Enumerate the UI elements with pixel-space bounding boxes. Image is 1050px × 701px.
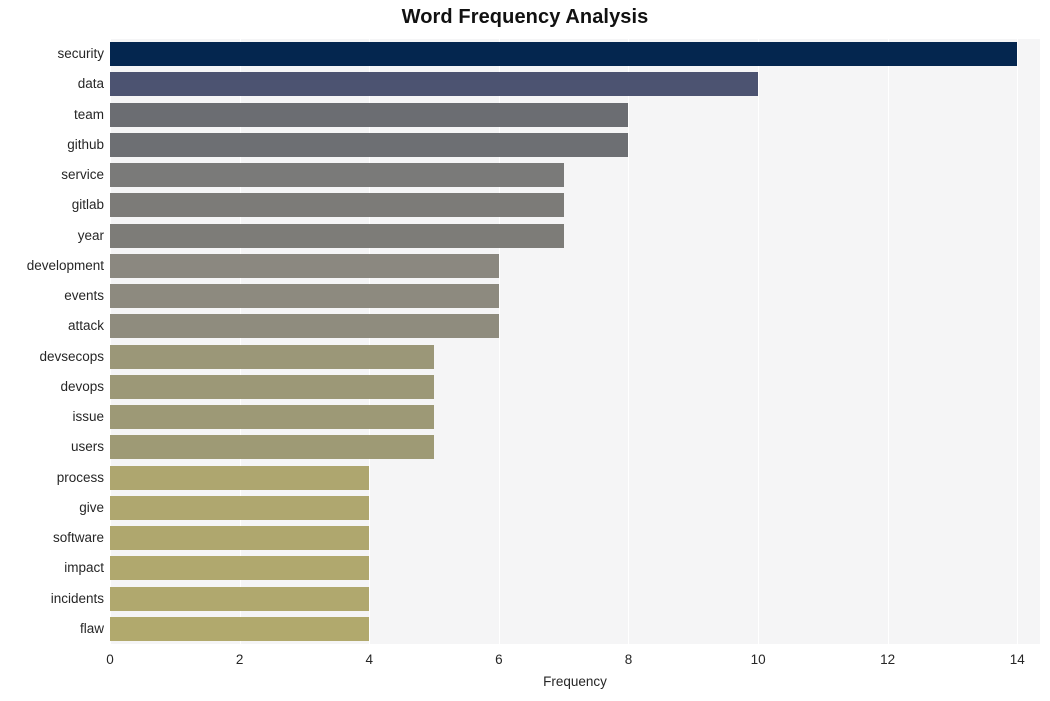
- y-tick-label-service: service: [61, 167, 104, 183]
- bar-team[interactable]: [110, 102, 629, 127]
- y-tick-label-users: users: [70, 439, 104, 455]
- bar-events[interactable]: [110, 284, 499, 309]
- bar-row[interactable]: [110, 586, 1040, 611]
- y-tick-label-devops: devops: [60, 378, 104, 394]
- bar-software[interactable]: [110, 526, 370, 551]
- bar-impact[interactable]: [110, 556, 370, 581]
- chart-title: Word Frequency Analysis: [401, 6, 649, 28]
- bars-layer: [110, 39, 1040, 644]
- y-tick-label-give: give: [79, 499, 104, 515]
- bar-service[interactable]: [110, 163, 564, 188]
- y-tick-label-incidents: incidents: [50, 590, 104, 606]
- chart-figure: Word Frequency Analysis security data team…: [0, 0, 1050, 701]
- bar-row[interactable]: [110, 284, 1040, 309]
- bar-incidents[interactable]: [110, 586, 370, 611]
- y-tick-label-development: development: [26, 257, 104, 273]
- x-tick-label-10: 10: [750, 652, 766, 667]
- bar-row[interactable]: [110, 132, 1040, 157]
- bar-row[interactable]: [110, 374, 1040, 399]
- bar-security[interactable]: [110, 42, 1018, 67]
- plot-area: [110, 39, 1040, 644]
- bar-row[interactable]: [110, 314, 1040, 339]
- y-tick-label-security: security: [57, 46, 104, 62]
- bar-users[interactable]: [110, 435, 435, 460]
- bar-github[interactable]: [110, 132, 629, 157]
- bar-row[interactable]: [110, 163, 1040, 188]
- bar-row[interactable]: [110, 42, 1040, 67]
- bar-row[interactable]: [110, 253, 1040, 278]
- y-axis-tick-labels: security data team github service gitlab year d…: [0, 39, 104, 644]
- x-axis-title: Frequency: [543, 674, 607, 689]
- bar-row[interactable]: [110, 435, 1040, 460]
- bar-attack[interactable]: [110, 314, 499, 339]
- bar-gitlab[interactable]: [110, 193, 564, 218]
- bar-row[interactable]: [110, 193, 1040, 218]
- y-tick-label-github: github: [67, 136, 104, 152]
- x-tick-label-12: 12: [880, 652, 896, 667]
- y-tick-label-process: process: [56, 469, 104, 485]
- bar-row[interactable]: [110, 495, 1040, 520]
- bar-row[interactable]: [110, 465, 1040, 490]
- x-tick-label-8: 8: [624, 652, 633, 667]
- bar-development[interactable]: [110, 253, 499, 278]
- y-tick-label-events: events: [64, 288, 104, 304]
- bar-row[interactable]: [110, 72, 1040, 97]
- bar-row[interactable]: [110, 102, 1040, 127]
- x-tick-label-4: 4: [365, 652, 373, 667]
- bar-flaw[interactable]: [110, 616, 370, 641]
- bar-issue[interactable]: [110, 405, 435, 430]
- y-tick-label-team: team: [73, 106, 104, 122]
- bar-give[interactable]: [110, 495, 370, 520]
- y-tick-label-software: software: [52, 530, 104, 546]
- x-tick-label-2: 2: [235, 652, 244, 667]
- y-tick-label-attack: attack: [67, 318, 104, 334]
- y-tick-label-gitlab: gitlab: [71, 197, 104, 213]
- bar-row[interactable]: [110, 526, 1040, 551]
- x-tick-label-0: 0: [106, 652, 114, 667]
- y-tick-label-devsecops: devsecops: [39, 348, 104, 364]
- bar-devops[interactable]: [110, 374, 435, 399]
- y-tick-label-year: year: [77, 227, 104, 243]
- x-tick-label-6: 6: [495, 652, 503, 667]
- bar-row[interactable]: [110, 223, 1040, 248]
- y-tick-label-data: data: [77, 76, 104, 92]
- bar-devsecops[interactable]: [110, 344, 435, 369]
- y-tick-label-impact: impact: [64, 560, 104, 576]
- bar-row[interactable]: [110, 405, 1040, 430]
- y-tick-label-flaw: flaw: [79, 620, 104, 636]
- bar-data[interactable]: [110, 72, 759, 97]
- x-tick-label-14: 14: [1009, 652, 1025, 667]
- y-tick-label-issue: issue: [72, 409, 104, 425]
- bar-process[interactable]: [110, 465, 370, 490]
- bar-year[interactable]: [110, 223, 564, 248]
- bar-row[interactable]: [110, 344, 1040, 369]
- bar-row[interactable]: [110, 556, 1040, 581]
- bar-row[interactable]: [110, 616, 1040, 641]
- x-axis-tick-labels: 0 2 4 6 8 10 12 14: [106, 644, 1040, 674]
